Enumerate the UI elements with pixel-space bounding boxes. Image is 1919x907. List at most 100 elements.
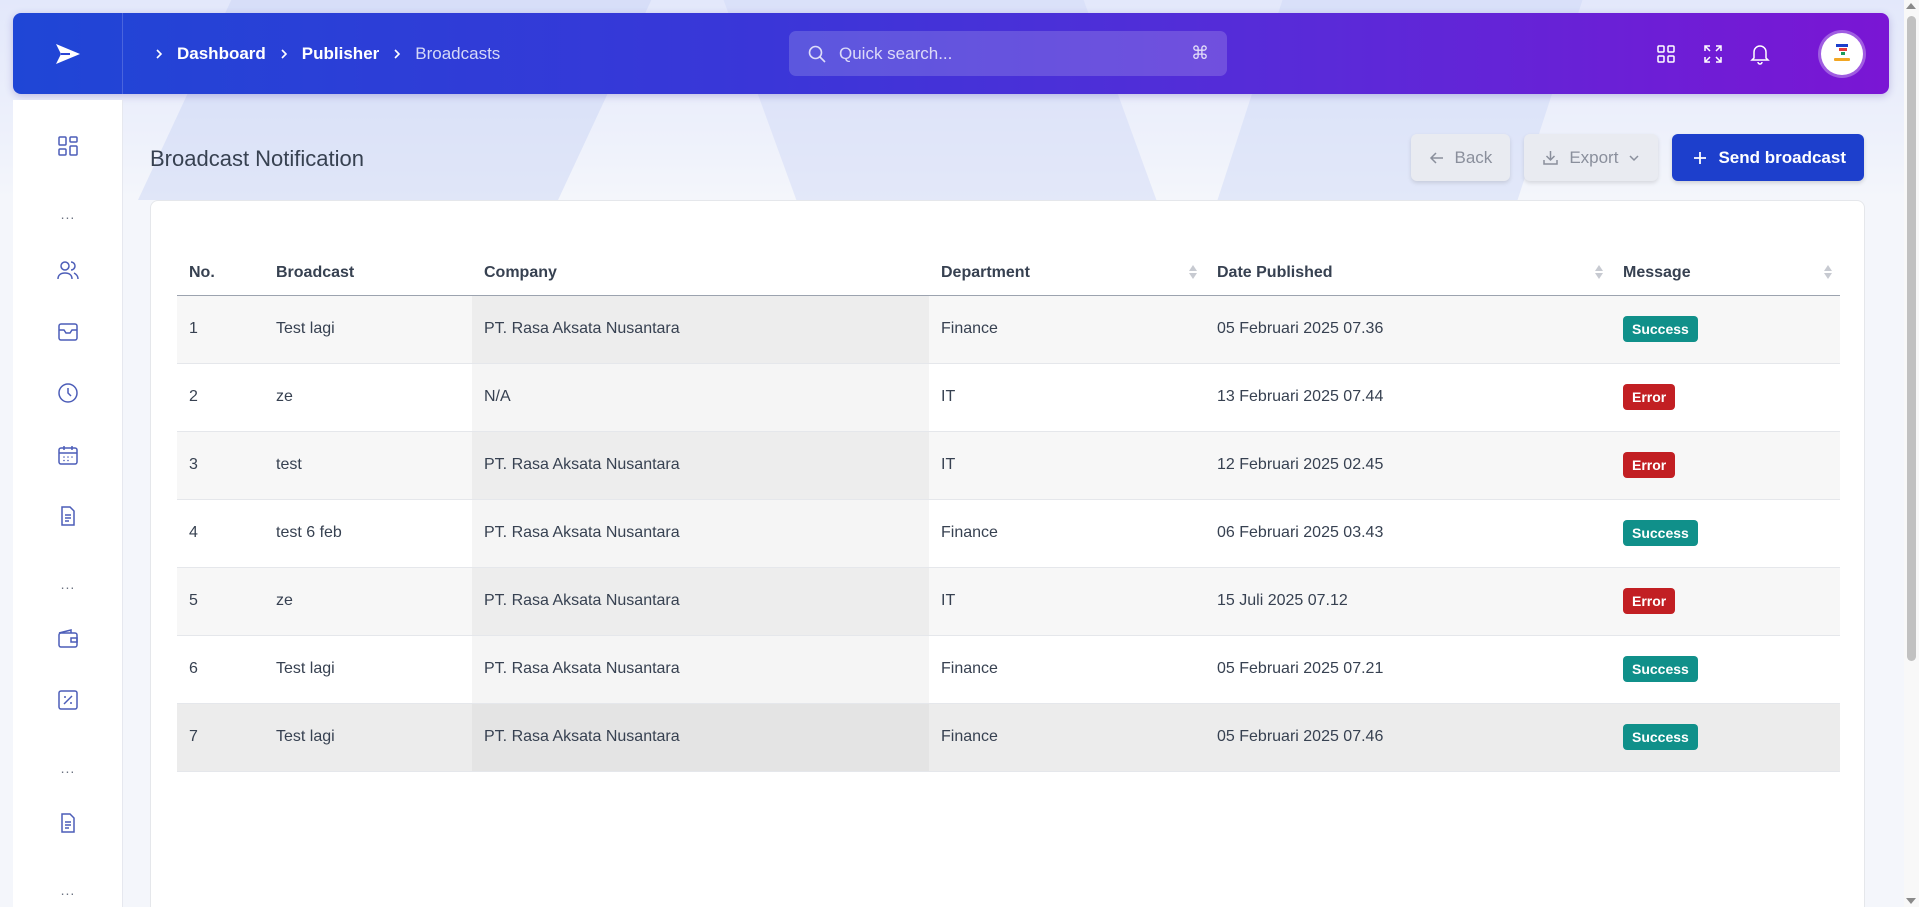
sidebar-discount[interactable] [13,680,123,720]
wallet-icon [58,629,78,648]
company-logo-icon [1834,43,1850,61]
sidebar-calendar[interactable] [13,435,123,475]
sidebar-documents[interactable] [13,496,123,536]
chevron-down-icon [1629,154,1639,161]
header-broadcast: Broadcast [264,251,472,296]
cell-date: 06 Februari 2025 03.43 [1205,499,1611,568]
table-row[interactable]: 5 ze PT. Rasa Aksata Nusantara IT 15 Juli 20… [177,567,1840,636]
export-dropdown-button[interactable]: Export [1524,134,1659,181]
search-input[interactable] [839,43,1179,64]
report-icon [61,813,75,833]
cell-broadcast: ze [264,567,472,636]
page-title: Broadcast Notification [150,146,364,171]
status-badge: Success [1623,316,1698,342]
broadcast-table: No. Broadcast Company Department Date Pu… [177,251,1840,772]
cell-message: Success [1611,635,1840,704]
dashboard-icon [58,136,78,156]
cell-company: PT. Rasa Aksata Nusantara [472,295,929,364]
cell-no: 5 [177,567,264,636]
cell-date: 05 Februari 2025 07.36 [1205,295,1611,364]
sidebar-users[interactable] [13,250,123,290]
sidebar-reports[interactable] [13,803,123,843]
status-badge: Error [1623,588,1676,614]
cell-department: IT [929,431,1205,500]
breadcrumb-broadcasts: Broadcasts [415,43,501,63]
bell-icon[interactable] [1749,43,1771,65]
cell-department: Finance [929,295,1205,364]
percent-icon [58,690,78,710]
broadcast-table-card: No. Broadcast Company Department Date Pu… [150,200,1865,907]
cell-date: 05 Februari 2025 07.21 [1205,635,1611,704]
cell-broadcast: Test lagi [264,635,472,704]
sidebar-inbox[interactable] [13,312,123,352]
cell-broadcast: ze [264,363,472,432]
cell-broadcast: Test lagi [264,703,472,772]
header-department[interactable]: Department [929,251,1205,296]
cell-message: Success [1611,295,1840,364]
sort-icon[interactable] [1595,265,1603,279]
cell-department: Finance [929,635,1205,704]
cell-company: PT. Rasa Aksata Nusantara [472,703,929,772]
breadcrumb-publisher[interactable]: Publisher [302,44,379,64]
fullscreen-icon[interactable] [1702,43,1724,65]
table-row[interactable]: 2 ze N/A IT 13 Februari 2025 07.44 Error [177,363,1840,432]
user-avatar[interactable] [1821,32,1863,75]
cell-company: PT. Rasa Aksata Nusantara [472,635,929,704]
status-badge: Success [1623,520,1698,546]
export-label: Export [1569,147,1619,167]
sidebar: ... ... ... ... [13,100,123,907]
cell-broadcast: test 6 feb [264,499,472,568]
cell-no: 4 [177,499,264,568]
chevron-right-icon [276,46,292,62]
cell-no: 1 [177,295,264,364]
header-company: Company [472,251,929,296]
scroll-down-arrow-icon[interactable] [1906,898,1916,904]
sidebar-section-dots: ... [60,760,76,776]
cell-message: Error [1611,431,1840,500]
cell-department: Finance [929,703,1205,772]
quick-search[interactable]: ⌘ [789,31,1227,76]
cell-message: Success [1611,499,1840,568]
breadcrumb-dashboard[interactable]: Dashboard [177,44,266,64]
back-label: Back [1454,147,1493,167]
header-date-published[interactable]: Date Published [1205,251,1611,296]
scroll-thumb[interactable] [1907,16,1916,661]
cell-department: Finance [929,499,1205,568]
table-row[interactable]: 6 Test lagi PT. Rasa Aksata Nusantara Finan… [177,635,1840,704]
sidebar-history[interactable] [13,373,123,413]
cell-company: PT. Rasa Aksata Nusantara [472,499,929,568]
sort-icon[interactable] [1824,265,1832,279]
sidebar-section-dots: ... [60,576,76,592]
status-badge: Error [1623,452,1676,478]
cell-no: 6 [177,635,264,704]
status-badge: Success [1623,724,1698,750]
table-row[interactable]: 7 Test lagi PT. Rasa Aksata Nusantara Finan… [177,703,1840,772]
cell-company: N/A [472,363,929,432]
cell-date: 15 Juli 2025 07.12 [1205,567,1611,636]
send-broadcast-button[interactable]: Send broadcast [1672,134,1864,181]
page-scrollbar[interactable] [1904,0,1919,907]
cell-date: 13 Februari 2025 07.44 [1205,363,1611,432]
clock-icon [58,383,78,403]
app-logo[interactable] [13,13,123,94]
table-row[interactable]: 4 test 6 feb PT. Rasa Aksata Nusantara Fina… [177,499,1840,568]
cell-date: 12 Februari 2025 02.45 [1205,431,1611,500]
cell-no: 7 [177,703,264,772]
apps-grid-icon[interactable] [1655,43,1677,65]
table-row[interactable]: 1 Test lagi PT. Rasa Aksata Nusantara Finan… [177,295,1840,364]
table-row[interactable]: 3 test PT. Rasa Aksata Nusantara IT 12 Febru… [177,431,1840,500]
header-message[interactable]: Message [1611,251,1840,296]
send-broadcast-label: Send broadcast [1718,147,1846,167]
back-button[interactable]: Back [1410,134,1511,181]
scroll-up-arrow-icon[interactable] [1906,3,1916,9]
sidebar-dashboard[interactable] [13,126,123,166]
chevron-right-icon [389,46,405,62]
top-header: Dashboard Publisher Broadcasts ⌘ [13,13,1889,94]
cell-company: PT. Rasa Aksata Nusantara [472,431,929,500]
inbox-icon [58,323,78,341]
cell-company: PT. Rasa Aksata Nusantara [472,567,929,636]
cell-message: Error [1611,567,1840,636]
sidebar-wallet[interactable] [13,619,123,659]
sort-icon[interactable] [1189,265,1197,279]
search-icon [808,45,826,63]
